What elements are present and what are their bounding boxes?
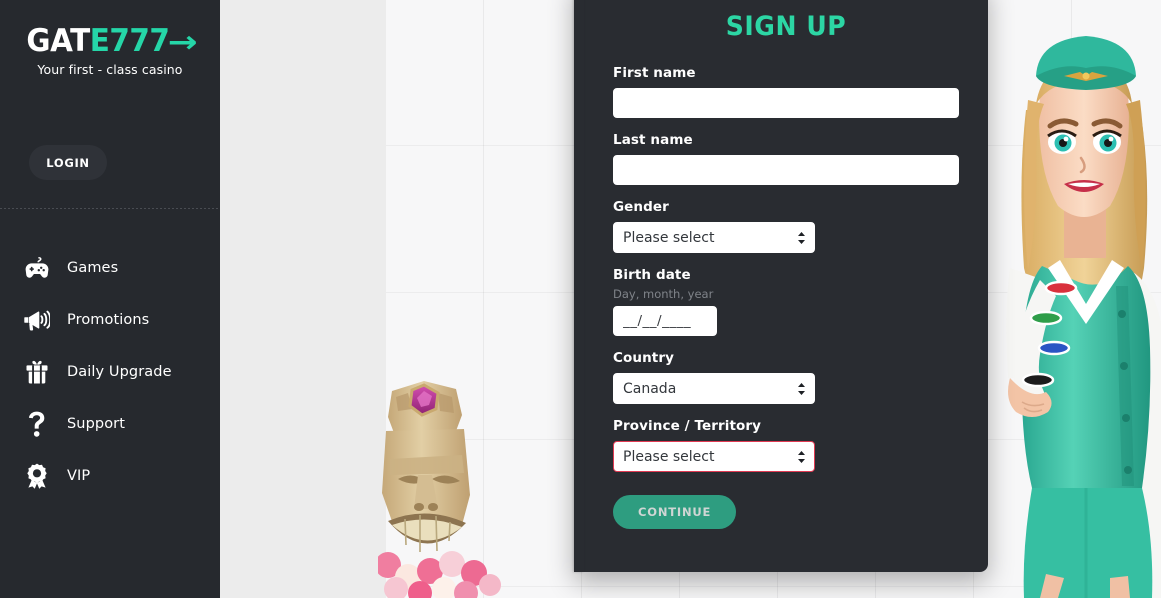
ticket-zigzag-edge	[574, 0, 584, 572]
first-name-input[interactable]	[613, 88, 959, 118]
question-mark-icon	[20, 409, 54, 439]
gift-icon	[20, 357, 54, 387]
sidebar-item-vip[interactable]: VIP	[0, 450, 220, 502]
tiki-totem-decoration	[378, 381, 501, 598]
brand-logo[interactable]: GATE777→ Your first - class casino	[0, 23, 220, 78]
gender-select[interactable]: Please select	[613, 222, 815, 253]
sidebar-item-promotions[interactable]: Promotions	[0, 294, 220, 346]
country-select-wrap: Canada	[613, 373, 815, 404]
sidebar-item-label: Promotions	[67, 312, 150, 328]
province-select-wrap: Please select	[613, 441, 815, 472]
country-select[interactable]: Canada	[613, 373, 815, 404]
field-country: Country Canada	[613, 350, 959, 404]
sidebar-item-support[interactable]: Support	[0, 398, 220, 450]
field-gender: Gender Please select	[613, 199, 959, 253]
signup-form: First name Last name Gender Please selec…	[584, 42, 988, 529]
sidebar-item-label: VIP	[67, 468, 91, 484]
province-select[interactable]: Please select	[613, 441, 815, 472]
country-label: Country	[613, 350, 675, 366]
sidebar-divider	[0, 208, 220, 209]
field-birth-date: Birth date Day, month, year	[613, 267, 959, 336]
province-label: Province / Territory	[613, 418, 762, 434]
logo-text-e777: E777	[89, 23, 170, 59]
field-last-name: Last name	[613, 132, 959, 185]
page-title: SIGN UP	[725, 11, 847, 42]
birth-date-hint: Day, month, year	[613, 287, 714, 301]
gender-select-wrap: Please select	[613, 222, 815, 253]
megaphone-icon	[20, 305, 54, 335]
logo-mark: GATE777→	[26, 23, 197, 60]
login-button[interactable]: LOGIN	[29, 145, 107, 180]
flight-attendant-character	[1006, 36, 1161, 598]
brand-tagline: Your first - class casino	[37, 62, 183, 77]
background-flat-panel	[220, 0, 386, 598]
sidebar-item-label: Games	[67, 260, 119, 276]
birth-date-label: Birth date	[613, 267, 691, 283]
signup-modal: SIGN UP First name Last name Gender Plea…	[574, 0, 988, 572]
last-name-input[interactable]	[613, 155, 959, 185]
sidebar-item-daily-upgrade[interactable]: Daily Upgrade	[0, 346, 220, 398]
first-name-label: First name	[613, 65, 696, 81]
page-root: SIGN UP First name Last name Gender Plea…	[0, 0, 1161, 598]
field-province: Province / Territory Please select	[613, 418, 959, 472]
sidebar-item-label: Support	[67, 416, 126, 432]
continue-button[interactable]: CONTINUE	[613, 495, 737, 529]
sidebar-item-games[interactable]: Games	[0, 242, 220, 294]
logo-text-gat: GAT	[26, 23, 90, 59]
logo-arrow-icon: →	[167, 25, 197, 60]
gamepad-icon	[20, 253, 54, 283]
sidebar-item-label: Daily Upgrade	[67, 364, 172, 380]
sidebar-nav: Games Promotions Daily Upgrade Support V…	[0, 242, 220, 502]
last-name-label: Last name	[613, 132, 693, 148]
award-ribbon-icon	[20, 461, 54, 491]
sidebar: GATE777→ Your first - class casino LOGIN	[0, 0, 220, 598]
gender-label: Gender	[613, 199, 669, 215]
field-first-name: First name	[613, 65, 959, 118]
birth-date-input[interactable]	[613, 306, 717, 336]
